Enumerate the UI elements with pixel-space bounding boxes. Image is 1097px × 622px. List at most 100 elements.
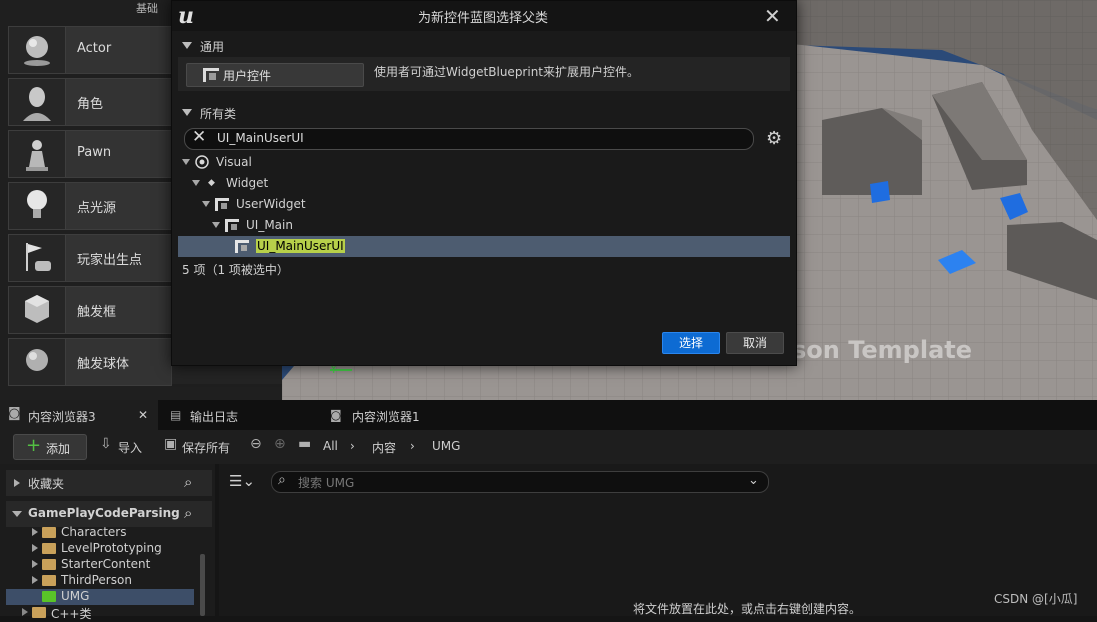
place-item-label: 点光源 [77, 201, 117, 216]
folder-cpp-classes[interactable]: C++类 [6, 605, 194, 621]
tree-item-ui-mainuserui[interactable]: UI_MainUserUI [178, 236, 790, 257]
folder-label: ThirdPerson [61, 573, 132, 587]
breadcrumb-all[interactable]: All [323, 439, 338, 453]
place-item-player-start[interactable]: 玩家出生点 [8, 234, 172, 282]
folder-umg[interactable]: UMG [6, 589, 194, 605]
place-item-pawn[interactable]: Pawn [8, 130, 172, 178]
place-item-actor[interactable]: Actor [8, 26, 172, 74]
folder-icon [32, 607, 46, 618]
clear-search-icon[interactable]: ✕ [192, 127, 206, 147]
close-icon[interactable]: ✕ [764, 4, 781, 28]
import-button[interactable]: 导入 [118, 439, 142, 456]
folder-thirdperson[interactable]: ThirdPerson [6, 573, 194, 589]
trigger-sphere-icon [9, 339, 66, 385]
watermark-text: CSDN @[小瓜] [994, 592, 1078, 606]
all-classes-section-header[interactable]: 所有类 [178, 102, 790, 124]
folder-startercontent[interactable]: StarterContent [6, 557, 194, 573]
forward-arrow-icon[interactable]: ⊕ [274, 436, 286, 452]
project-label: GamePlayCodeParsing [28, 506, 180, 520]
tree-item-visual[interactable]: Visual [178, 152, 790, 173]
close-tab-icon[interactable]: ✕ [138, 408, 148, 422]
breadcrumb-content[interactable]: 内容 [372, 439, 396, 456]
section-label: 所有类 [200, 107, 237, 121]
widget-class-icon [203, 68, 219, 82]
place-item-trigger-sphere[interactable]: 触发球体 [8, 338, 172, 386]
search-icon[interactable]: ⌕ [184, 504, 192, 522]
asset-view[interactable]: ☰⌄ ⌕ 搜索 UMG ⌄ 将文件放置在此处，或点击右键创建内容。 [219, 464, 1097, 616]
common-section-header[interactable]: 通用 [178, 35, 790, 57]
place-item-label: Actor [77, 41, 112, 56]
save-icon[interactable]: ▣ [164, 436, 177, 452]
chevron-down-icon[interactable]: ⌄ [748, 473, 759, 488]
pick-parent-class-dialog: u 为新控件蓝图选择父类 ✕ 通用 用户控件 使用者可通过WidgetBluep… [171, 0, 797, 366]
chevron-down-icon [192, 180, 200, 186]
breadcrumb-separator-icon[interactable]: › [350, 439, 355, 453]
add-button[interactable]: + 添加 [13, 434, 87, 460]
select-button[interactable]: 选择 [662, 332, 720, 354]
folder-icon[interactable]: ▬ [298, 436, 311, 452]
output-log-icon: ▤ [170, 408, 182, 422]
tab-label: 内容浏览器1 [352, 410, 420, 424]
folder-label: StarterContent [61, 557, 151, 571]
gear-icon[interactable]: ⚙ [766, 128, 782, 149]
search-icon[interactable]: ⌕ [184, 473, 192, 491]
chevron-right-icon [32, 528, 38, 536]
tree-item-widget[interactable]: ◆ Widget [178, 173, 790, 194]
filter-icon[interactable]: ☰⌄ [229, 472, 255, 490]
user-widget-button[interactable]: 用户控件 [186, 63, 364, 87]
content-browser-icon: ◙ [8, 406, 21, 421]
class-search-input[interactable]: ✕ UI_MainUserUI [184, 127, 754, 150]
content-browser-icon: ◙ [330, 408, 342, 422]
import-icon[interactable]: ⇩ [100, 436, 112, 452]
place-item-point-light[interactable]: 点光源 [8, 182, 172, 230]
asset-search-input[interactable]: ⌕ 搜索 UMG ⌄ [271, 471, 769, 493]
favorites-header[interactable]: 收藏夹 ⌕ [6, 470, 212, 496]
pawn-piece-icon [9, 131, 66, 177]
sources-scrollbar[interactable] [200, 554, 205, 616]
tree-item-label: UI_MainUserUI [256, 239, 345, 253]
folder-icon [42, 527, 56, 538]
tree-item-label: Visual [216, 155, 252, 169]
diamond-icon: ◆ [208, 178, 215, 188]
folder-label: Characters [61, 525, 127, 539]
chevron-down-icon [182, 109, 192, 116]
dialog-title-bar[interactable]: u 为新控件蓝图选择父类 ✕ [172, 1, 796, 31]
folder-characters[interactable]: Characters [6, 525, 194, 541]
content-browser-toolbar: + 添加 ⇩ 导入 ▣ 保存所有 ⊖ ⊕ ▬ All › 内容 › UMG [0, 430, 1097, 464]
item-count-text: 5 项（1 项被选中） [182, 263, 289, 277]
visual-class-icon [195, 155, 209, 169]
sources-panel: 收藏夹 ⌕ GamePlayCodeParsing ⌕ Characters L… [0, 464, 215, 621]
tab-label: 输出日志 [190, 410, 239, 424]
breadcrumb-umg[interactable]: UMG [432, 439, 460, 453]
bottom-tab-bar: ◙ 内容浏览器3 ✕ ▤ 输出日志 ◙ 内容浏览器1 [0, 400, 1097, 430]
tab-content-browser-1[interactable]: ◙ 内容浏览器1 [324, 400, 474, 430]
add-label: 添加 [46, 442, 71, 456]
folder-label: C++类 [51, 607, 92, 621]
place-item-label: 触发框 [77, 305, 117, 320]
back-arrow-icon[interactable]: ⊖ [250, 436, 262, 452]
tree-item-userwidget[interactable]: UserWidget [178, 194, 790, 215]
common-classes-box: 用户控件 使用者可通过WidgetBlueprint来扩展用户控件。 [178, 57, 790, 91]
place-item-trigger-box[interactable]: 触发框 [8, 286, 172, 334]
tab-label: 内容浏览器3 [28, 410, 96, 424]
tab-output-log[interactable]: ▤ 输出日志 [162, 400, 312, 430]
folder-icon [42, 559, 56, 570]
plus-icon: + [26, 435, 42, 456]
project-header[interactable]: GamePlayCodeParsing ⌕ [6, 501, 212, 527]
place-item-character[interactable]: 角色 [8, 78, 172, 126]
chevron-down-icon [212, 222, 220, 228]
player-start-flag-icon [9, 235, 66, 281]
chevron-down-icon [182, 42, 192, 49]
category-label: 基础 [136, 2, 158, 15]
place-item-label: Pawn [77, 145, 112, 160]
cancel-button[interactable]: 取消 [726, 332, 784, 354]
tab-content-browser-3[interactable]: ◙ 内容浏览器3 ✕ [0, 400, 158, 430]
place-item-label: 角色 [77, 97, 104, 112]
breadcrumb-separator-icon[interactable]: › [410, 439, 415, 453]
folder-levelprototyping[interactable]: LevelPrototyping [6, 541, 194, 557]
tree-item-label: Widget [226, 176, 269, 190]
search-icon: ⌕ [278, 472, 286, 488]
save-all-button[interactable]: 保存所有 [182, 439, 230, 456]
folder-icon [42, 543, 56, 554]
tree-item-ui-main[interactable]: UI_Main [178, 215, 790, 236]
